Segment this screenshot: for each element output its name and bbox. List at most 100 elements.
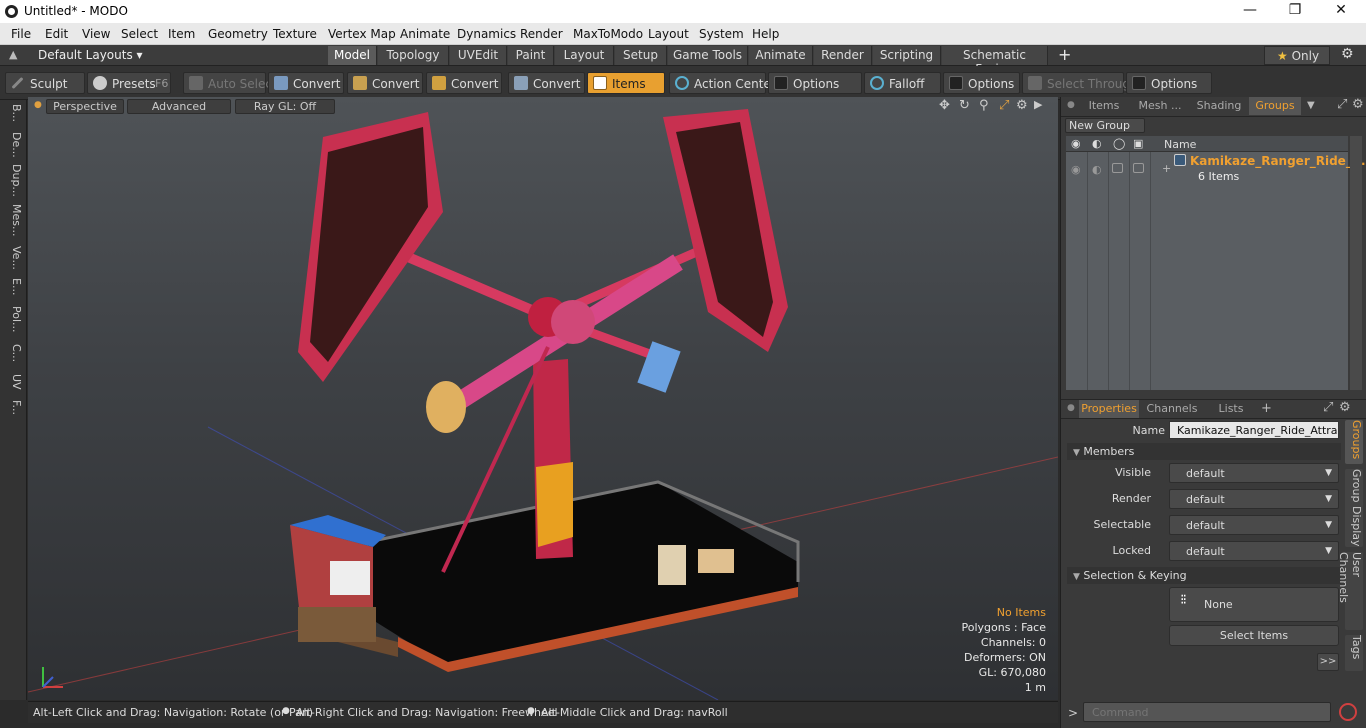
- layout-preset-dropdown[interactable]: Default Layouts ▾: [38, 48, 143, 62]
- side-tab-tags[interactable]: Tags: [1345, 635, 1363, 671]
- menu-maxtomodo[interactable]: MaxToModo: [573, 27, 643, 41]
- options-button-2[interactable]: Options: [943, 72, 1020, 94]
- menu-help[interactable]: Help: [752, 27, 779, 41]
- tab-topology[interactable]: Topology: [378, 46, 449, 65]
- options-button-1[interactable]: Options: [768, 72, 862, 94]
- menu-dynamics[interactable]: Dynamics: [457, 27, 516, 41]
- visible-dropdown[interactable]: default ▼: [1169, 463, 1339, 483]
- tab-groups[interactable]: Groups: [1249, 97, 1301, 115]
- render-dropdown[interactable]: default ▼: [1169, 489, 1339, 509]
- left-tab-polygon[interactable]: Pol...: [3, 306, 23, 333]
- tab-channels[interactable]: Channels: [1143, 400, 1201, 418]
- menu-edit[interactable]: Edit: [45, 27, 68, 41]
- menu-layout[interactable]: Layout: [648, 27, 689, 41]
- menu-item[interactable]: Item: [168, 27, 195, 41]
- panel-gear-icon[interactable]: ⚙: [1352, 97, 1364, 112]
- add-tab-button[interactable]: +: [1261, 401, 1272, 416]
- menu-system[interactable]: System: [699, 27, 744, 41]
- menu-texture[interactable]: Texture: [273, 27, 317, 41]
- members-section[interactable]: ▼ Members: [1067, 443, 1341, 460]
- group-row[interactable]: ◉ ◐ + Kamikaze_Ranger_Ride_... 6 Items: [1066, 153, 1366, 185]
- close-button[interactable]: ✕: [1327, 2, 1355, 20]
- tab-items[interactable]: Items: [1081, 97, 1127, 115]
- expand-panel-icon[interactable]: ⤢: [1337, 97, 1347, 112]
- expand-panel-icon[interactable]: ⤢: [1323, 400, 1333, 415]
- right-panel: ● Items Mesh ... Shading Groups ▼ ⤢ ⚙ Ne…: [1060, 97, 1366, 728]
- selection-keying-section[interactable]: ▼ Selection & Keying: [1067, 567, 1341, 584]
- left-tab-duplicate[interactable]: Dup...: [3, 164, 23, 197]
- left-tab-uv[interactable]: UV: [3, 374, 23, 390]
- left-tab-curve[interactable]: C...: [3, 344, 23, 362]
- action-center-button[interactable]: Action Center: [669, 72, 776, 94]
- left-tab-deform[interactable]: De...: [3, 132, 23, 158]
- menu-file[interactable]: File: [11, 27, 31, 41]
- sculpt-button[interactable]: Sculpt: [5, 72, 85, 94]
- menu-select[interactable]: Select: [121, 27, 158, 41]
- selectable-dropdown[interactable]: default ▼: [1169, 515, 1339, 535]
- none-keying-button[interactable]: ⁝⁝ None: [1169, 587, 1339, 622]
- convert-button-4[interactable]: Convert: [508, 72, 585, 94]
- groups-list: ◉ ◐ ◯ ▣ Name ◉ ◐ + Kamikaze_Ranger_Ride_…: [1066, 136, 1366, 390]
- select-through-button[interactable]: Select Through: [1022, 72, 1138, 94]
- presets-button[interactable]: Presets F6: [87, 72, 171, 94]
- record-icon[interactable]: [1339, 703, 1357, 721]
- convert-button-3[interactable]: Convert: [426, 72, 502, 94]
- only-toggle[interactable]: ★ Only: [1264, 46, 1330, 65]
- row-render-icon[interactable]: ◐: [1092, 163, 1102, 176]
- side-tab-user-channels[interactable]: User Channels: [1337, 552, 1363, 630]
- row-lock-toggle[interactable]: [1133, 163, 1144, 173]
- left-tab-fusion[interactable]: F...: [3, 400, 23, 415]
- left-tab-basic[interactable]: B...: [3, 104, 23, 122]
- falloff-button[interactable]: Falloff: [864, 72, 941, 94]
- auto-select-button[interactable]: Auto Select: [183, 72, 277, 94]
- groups-list-header: ◉ ◐ ◯ ▣ Name: [1066, 136, 1348, 152]
- tab-uvedit[interactable]: UVEdit: [450, 46, 507, 65]
- locked-dropdown[interactable]: default ▼: [1169, 541, 1339, 561]
- add-tab-button[interactable]: +: [1058, 45, 1071, 64]
- 3d-viewport[interactable]: ● Perspective Advanced Ray GL: Off ✥ ↻ ⚲…: [28, 97, 1058, 700]
- menu-geometry[interactable]: Geometry: [208, 27, 268, 41]
- convert-button-2[interactable]: Convert: [347, 72, 423, 94]
- tab-model[interactable]: Model: [328, 46, 377, 65]
- window-title: Untitled* - MODO: [24, 4, 128, 18]
- menu-render[interactable]: Render: [520, 27, 563, 41]
- command-input[interactable]: [1083, 702, 1331, 722]
- more-button[interactable]: >>: [1317, 653, 1339, 671]
- side-tab-group-display[interactable]: Group Display: [1345, 469, 1363, 547]
- tab-properties[interactable]: Properties: [1079, 400, 1139, 418]
- minimize-button[interactable]: —: [1236, 2, 1264, 20]
- tab-layout[interactable]: Layout: [555, 46, 614, 65]
- side-tab-groups[interactable]: Groups: [1345, 420, 1363, 464]
- tab-shading[interactable]: Shading: [1193, 97, 1245, 115]
- row-select-toggle[interactable]: [1112, 163, 1123, 173]
- left-tab-edge[interactable]: E...: [3, 278, 23, 295]
- groups-scrollbar[interactable]: [1350, 136, 1362, 390]
- row-eye-icon[interactable]: ◉: [1071, 163, 1081, 176]
- tab-animate[interactable]: Animate: [749, 46, 813, 65]
- options-button-3[interactable]: Options: [1126, 72, 1212, 94]
- expand-plus-icon[interactable]: +: [1162, 162, 1171, 175]
- select-items-button[interactable]: Select Items: [1169, 625, 1339, 646]
- tab-render[interactable]: Render: [814, 46, 872, 65]
- tab-paint[interactable]: Paint: [508, 46, 554, 65]
- layout-up-icon[interactable]: ▲: [9, 48, 17, 61]
- gear-icon[interactable]: ⚙: [1341, 46, 1354, 62]
- tab-schematic-fusion[interactable]: Schematic Fusion: [942, 46, 1048, 76]
- menu-animate[interactable]: Animate: [400, 27, 450, 41]
- tab-game-tools[interactable]: Game Tools: [668, 46, 748, 65]
- left-tab-mesh-edit[interactable]: Mes...: [3, 204, 23, 236]
- maximize-button[interactable]: ❐: [1281, 2, 1309, 20]
- tab-mesh[interactable]: Mesh ...: [1131, 97, 1189, 115]
- tab-lists[interactable]: Lists: [1207, 400, 1255, 418]
- panel-gear-icon[interactable]: ⚙: [1339, 400, 1351, 415]
- items-mode-button[interactable]: Items: [587, 72, 665, 94]
- new-group-button[interactable]: New Group: [1065, 118, 1145, 133]
- menu-view[interactable]: View: [82, 27, 110, 41]
- left-tab-vertex[interactable]: Ve...: [3, 246, 23, 270]
- chevron-down-icon[interactable]: ▼: [1307, 100, 1315, 111]
- name-field[interactable]: Kamikaze_Ranger_Ride_Attractio: [1169, 421, 1339, 439]
- menu-vertex-map[interactable]: Vertex Map: [328, 27, 396, 41]
- convert-button-1[interactable]: Convert: [268, 72, 344, 94]
- tab-scripting[interactable]: Scripting: [873, 46, 941, 65]
- tab-setup[interactable]: Setup: [615, 46, 667, 65]
